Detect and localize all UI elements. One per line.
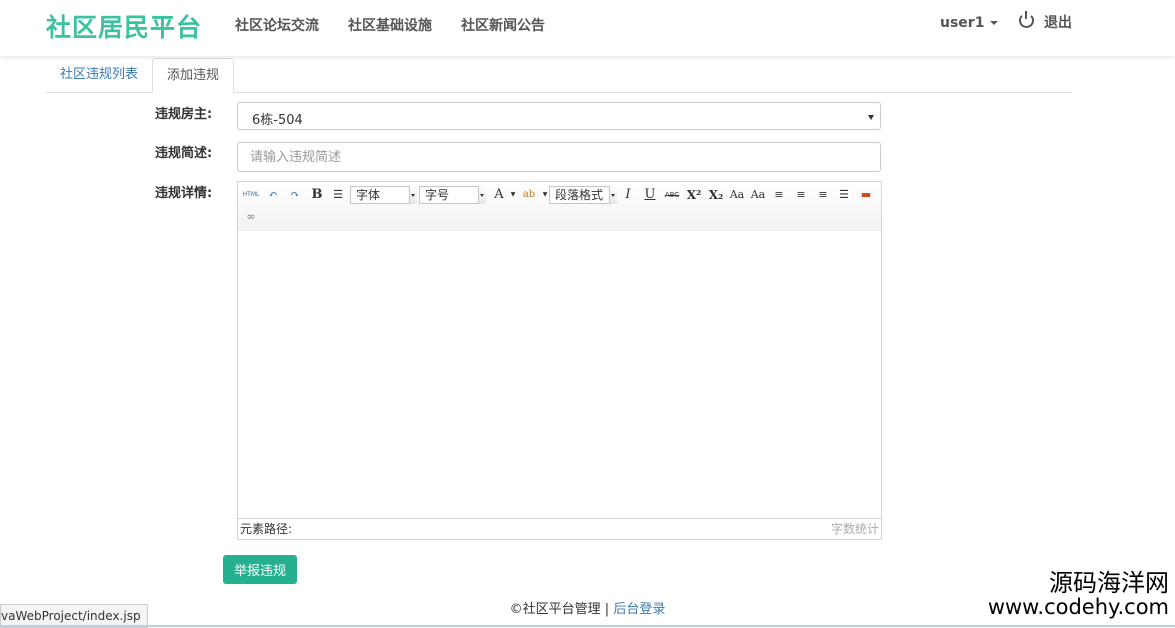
format-block-icon[interactable]: ☰ (329, 186, 347, 204)
rich-text-editor: HTML ↶ ↷ B ☰ 字体 字号 A ▼ ab ▼ 段落格式 I U ABC… (237, 181, 882, 540)
align-right-icon[interactable]: ≡ (792, 186, 810, 204)
summary-input[interactable] (237, 142, 881, 172)
align-center-icon[interactable]: ≡ (814, 186, 832, 204)
tab-bar: 社区违规列表 添加违规 (46, 56, 1072, 93)
user-dropdown[interactable]: user1 (940, 15, 999, 31)
underline-button[interactable]: U (641, 186, 659, 204)
font-size-label: 字号 (425, 188, 450, 202)
paragraph-format-select[interactable]: 段落格式 (549, 186, 617, 204)
subscript-icon[interactable]: X₂ (707, 186, 725, 204)
font-family-label: 字体 (356, 188, 381, 202)
copyright-text: ©社区平台管理 | (509, 602, 610, 617)
logout-label: 退出 (1044, 15, 1072, 31)
watermark: 源码海洋网 www.codehy.com (988, 570, 1169, 619)
editor-statusbar: 元素路径: 字数统计 (238, 518, 881, 539)
nav-facilities[interactable]: 社区基础设施 (348, 15, 432, 35)
strikethrough-button[interactable]: ABC (663, 186, 681, 204)
top-navbar: 社区居民平台 社区论坛交流 社区基础设施 社区新闻公告 user1 退出 (0, 0, 1175, 56)
clear-format-icon[interactable]: Aa (728, 186, 746, 204)
superscript-icon[interactable]: X² (685, 186, 703, 204)
caret-down-icon (990, 21, 999, 25)
insert-image-icon[interactable]: ▬ (857, 186, 875, 204)
owner-label: 违规房主: (155, 107, 213, 122)
watermark-line1: 源码海洋网 (1049, 569, 1169, 597)
brand-logo[interactable]: 社区居民平台 (46, 8, 202, 44)
redo-icon[interactable]: ↷ (286, 186, 304, 204)
paragraph-format-label: 段落格式 (555, 188, 604, 202)
editor-toolbar: HTML ↶ ↷ B ☰ 字体 字号 A ▼ ab ▼ 段落格式 I U ABC… (238, 182, 881, 232)
username: user1 (940, 15, 985, 31)
undo-icon[interactable]: ↶ (264, 186, 282, 204)
italic-button[interactable]: I (619, 186, 637, 204)
word-count-label: 字数统计 (830, 522, 879, 536)
font-family-select[interactable]: 字体 (350, 186, 417, 204)
nav-news[interactable]: 社区新闻公告 (461, 15, 545, 35)
dropdown-arrow-icon (868, 115, 874, 120)
owner-select-value: 6栋-504 (252, 113, 303, 128)
element-path-label: 元素路径: (240, 522, 293, 536)
owner-select[interactable]: 6栋-504 (237, 102, 881, 130)
bold-button[interactable]: B (308, 186, 326, 204)
logout-button[interactable]: 退出 (1019, 11, 1072, 32)
watermark-line2: www.codehy.com (987, 595, 1169, 620)
report-violation-button[interactable]: 举报违规 (223, 555, 297, 584)
tab-violation-list[interactable]: 社区违规列表 (46, 58, 152, 91)
bottom-divider (0, 625, 1175, 627)
detail-label: 违规详情: (155, 186, 213, 201)
link-icon[interactable]: ∞ (242, 208, 260, 226)
nav-forum[interactable]: 社区论坛交流 (235, 15, 319, 35)
tab-add-violation[interactable]: 添加违规 (152, 58, 235, 93)
html-source-button[interactable]: HTML (242, 186, 260, 204)
power-icon (1019, 11, 1034, 28)
editor-content-area[interactable] (238, 231, 881, 519)
align-left-icon[interactable]: ≡ (770, 186, 788, 204)
admin-login-link[interactable]: 后台登录 (613, 602, 665, 617)
align-justify-icon[interactable]: ☰ (835, 186, 853, 204)
auto-format-icon[interactable]: Aa (749, 186, 767, 204)
summary-label: 违规简述: (155, 146, 213, 161)
font-size-select[interactable]: 字号 (419, 186, 486, 204)
